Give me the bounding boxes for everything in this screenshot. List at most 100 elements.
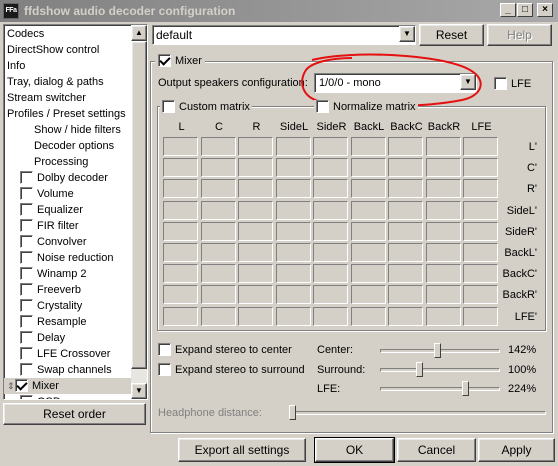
- scroll-thumb[interactable]: [131, 41, 147, 369]
- matrix-cell: [463, 179, 498, 199]
- sidebar-item[interactable]: Swap channels: [7, 362, 112, 378]
- expand-center-option[interactable]: Expand stereo to center: [158, 343, 292, 356]
- headphone-thumb[interactable]: [289, 405, 296, 420]
- sidebar-item[interactable]: Equalizer: [7, 202, 83, 218]
- expand-surround-checkbox[interactable]: [158, 363, 171, 376]
- sidebar-item[interactable]: DirectShow control: [7, 42, 99, 58]
- center-label: Center:: [317, 344, 354, 356]
- slider-thumb[interactable]: [461, 381, 469, 396]
- matrix-cell: [200, 179, 236, 199]
- filter-checkbox[interactable]: [20, 235, 33, 248]
- sidebar-item[interactable]: Tray, dialog & paths: [7, 74, 104, 90]
- filter-checkbox[interactable]: [20, 219, 33, 232]
- filter-checkbox[interactable]: [20, 283, 33, 296]
- sidebar-item[interactable]: Delay: [7, 330, 65, 346]
- filter-checkbox[interactable]: [20, 395, 33, 399]
- sidebar-item[interactable]: FIR filter: [7, 218, 79, 234]
- slider-thumb[interactable]: [434, 343, 441, 358]
- sidebar-item[interactable]: Show / hide filters: [34, 122, 121, 138]
- sidebar-item[interactable]: Resample: [7, 314, 87, 330]
- filter-checkbox[interactable]: [20, 315, 33, 328]
- preset-combobox[interactable]: default ▼: [152, 25, 416, 45]
- sidebar-item[interactable]: Decoder options: [34, 138, 114, 154]
- sidebar-item[interactable]: Noise reduction: [7, 250, 113, 266]
- scroll-up-icon[interactable]: ▲: [131, 25, 147, 41]
- filter-checkbox[interactable]: [20, 267, 33, 280]
- sidebar-item[interactable]: Winamp 2: [7, 266, 87, 282]
- filter-checkbox[interactable]: [20, 251, 33, 264]
- slider-track[interactable]: [380, 387, 500, 391]
- expand-surround-option[interactable]: Expand stereo to surround: [158, 363, 305, 376]
- sidebar-item[interactable]: Convolver: [7, 234, 87, 250]
- custom-matrix-checkbox[interactable]: [162, 100, 175, 113]
- slider-thumb[interactable]: [416, 362, 423, 377]
- filter-checkbox[interactable]: [20, 171, 33, 184]
- matrix-cell: [350, 221, 386, 241]
- settings-page-list[interactable]: Codecs DirectShow control Info Tray, dialog…: [3, 24, 148, 400]
- matrix-cell: [350, 285, 386, 305]
- sidebar-item[interactable]: LFE Crossover: [7, 346, 110, 362]
- apply-button[interactable]: Apply: [478, 438, 555, 462]
- slider-track[interactable]: [380, 368, 500, 372]
- filter-checkbox[interactable]: [20, 299, 33, 312]
- lfe-checkbox[interactable]: [494, 77, 507, 90]
- sidebar-item-label: Profiles / Preset settings: [7, 108, 126, 120]
- ok-button[interactable]: OK: [314, 437, 395, 463]
- normalize-matrix-option[interactable]: Normalize matrix: [314, 100, 418, 113]
- filter-checkbox[interactable]: [20, 203, 33, 216]
- matrix-cell: [200, 200, 236, 220]
- matrix-row-header: BackL': [504, 247, 537, 259]
- title-bar[interactable]: FFa ffdshow audio decoder configuration …: [0, 0, 558, 22]
- filter-checkbox[interactable]: [20, 347, 33, 360]
- expand-center-checkbox[interactable]: [158, 343, 171, 356]
- filter-checkbox[interactable]: [15, 379, 28, 392]
- drag-handle-icon[interactable]: ⇕: [7, 378, 15, 394]
- sidebar-item[interactable]: Profiles / Preset settings: [7, 106, 126, 122]
- matrix-cell: [238, 264, 273, 284]
- export-settings-button[interactable]: Export all settings: [178, 438, 306, 462]
- list-scrollbar[interactable]: ▲ ▼: [131, 25, 147, 399]
- matrix-cell: [163, 221, 198, 241]
- matrix-row-header: LFE': [514, 310, 537, 323]
- maximize-button[interactable]: □: [517, 3, 533, 17]
- custom-matrix-label: Custom matrix: [179, 101, 250, 113]
- close-button[interactable]: ×: [537, 3, 553, 17]
- sidebar-item[interactable]: ⇕ Mixer: [4, 378, 131, 394]
- reset-preset-button[interactable]: Reset: [419, 24, 484, 46]
- matrix-cell: [238, 200, 273, 220]
- headphone-track[interactable]: [289, 411, 546, 415]
- mixer-enable[interactable]: Mixer: [155, 54, 205, 67]
- lfe-gain-value: 224%: [508, 383, 537, 395]
- sidebar-item[interactable]: Crystality: [7, 298, 82, 314]
- sidebar-item[interactable]: Codecs: [7, 26, 44, 42]
- matrix-row-header: R': [526, 183, 537, 196]
- sidebar-item[interactable]: Stream switcher: [7, 90, 86, 106]
- matrix-cell: [463, 221, 498, 241]
- reset-order-button[interactable]: Reset order: [3, 403, 146, 425]
- matrix-cell: [200, 243, 236, 262]
- filter-checkbox[interactable]: [20, 331, 33, 344]
- normalize-matrix-checkbox[interactable]: [316, 100, 329, 113]
- sidebar-item[interactable]: Dolby decoder: [7, 170, 108, 186]
- filter-checkbox[interactable]: [20, 187, 33, 200]
- custom-matrix-option[interactable]: Custom matrix: [160, 100, 252, 113]
- mixer-checkbox[interactable]: [158, 54, 171, 67]
- lfe-option[interactable]: LFE: [494, 77, 531, 90]
- filter-checkbox[interactable]: [20, 363, 33, 376]
- matrix-cell: [350, 158, 386, 178]
- matrix-cell: [163, 179, 198, 199]
- minimize-button[interactable]: _: [500, 3, 516, 17]
- matrix-cell: [463, 243, 498, 262]
- surround-label: Surround:: [317, 364, 366, 376]
- scroll-down-icon[interactable]: ▼: [131, 383, 147, 399]
- matrix-cell: [275, 306, 311, 326]
- sidebar-item[interactable]: Volume: [7, 186, 74, 202]
- cancel-button[interactable]: Cancel: [397, 438, 476, 462]
- sidebar-item[interactable]: Processing: [34, 154, 88, 170]
- expand-center-label: Expand stereo to center: [175, 344, 292, 356]
- sidebar-item[interactable]: OSD: [7, 394, 61, 399]
- sidebar-item[interactable]: Freeverb: [7, 282, 81, 298]
- chevron-down-icon[interactable]: ▼: [399, 26, 415, 42]
- sidebar-item-label: DirectShow control: [7, 44, 100, 56]
- sidebar-item[interactable]: Info: [7, 58, 25, 74]
